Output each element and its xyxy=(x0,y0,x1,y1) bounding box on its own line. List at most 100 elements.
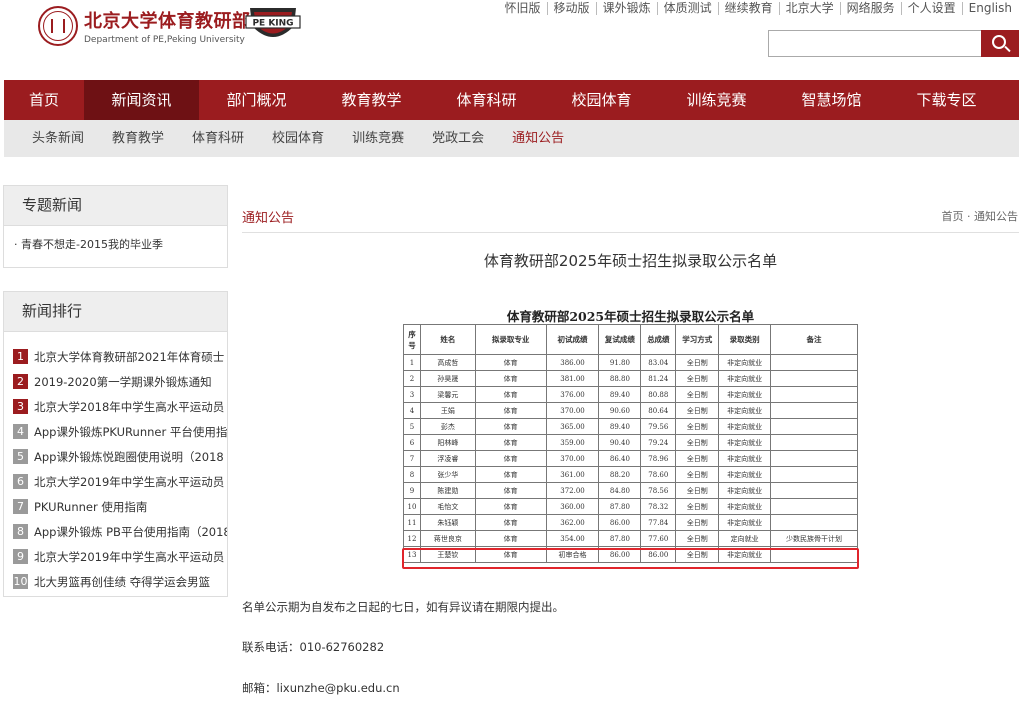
rank-number-badge: 1 xyxy=(13,349,28,364)
table-cell: 体育 xyxy=(474,434,547,451)
ranking-item[interactable]: 5 App课外锻炼悦跑圈使用说明（2018 xyxy=(13,444,227,469)
nav-item[interactable]: 校园体育 xyxy=(544,80,659,120)
ranking-item[interactable]: 4 App课外锻炼PKURunner 平台使用指 xyxy=(13,419,227,444)
table-cell: 体育 xyxy=(474,402,547,419)
table-cell: 11 xyxy=(403,514,421,531)
top-link[interactable]: 个人设置 xyxy=(900,2,962,15)
subnav-item[interactable]: 训练竞赛 xyxy=(352,120,404,157)
table-cell: 体育 xyxy=(474,482,547,499)
table-cell: 全日制 xyxy=(675,418,720,435)
site-logo[interactable]: 北京大学体育教研部 Department of PE,Peking Univer… xyxy=(38,6,251,46)
table-cell: 78.60 xyxy=(640,466,677,483)
table-cell: 8 xyxy=(403,466,421,483)
table-cell: 全日制 xyxy=(675,450,720,467)
table-cell: 89.40 xyxy=(598,386,642,403)
ranking-item[interactable]: 9 北京大学2019年中学生高水平运动员 xyxy=(13,544,227,569)
ranking-item-text: 北京大学体育教研部2021年体育硕士 xyxy=(34,349,225,364)
ranking-item[interactable]: 10 北大男篮再创佳绩 夺得学运会男篮 xyxy=(13,569,227,594)
table-cell: 梁馨元 xyxy=(419,386,476,403)
subnav-item[interactable]: 校园体育 xyxy=(272,120,324,157)
table-cell: 83.04 xyxy=(640,354,677,371)
table-cell: 非定向就业 xyxy=(718,482,772,499)
notice-text: 名单公示期为自发布之日起的七日，如有异议请在期限内提出。 xyxy=(242,600,564,614)
nav-item[interactable]: 体育科研 xyxy=(429,80,544,120)
nav-item[interactable]: 首页 xyxy=(4,80,84,120)
breadcrumb[interactable]: 首页 · 通知公告 xyxy=(942,208,1019,224)
table-cell: 体育 xyxy=(474,450,547,467)
top-link[interactable]: 继续教育 xyxy=(717,2,779,15)
table-header-cell: 备注 xyxy=(770,324,858,355)
top-link-english[interactable]: English xyxy=(961,2,1018,15)
top-link[interactable]: 体质测试 xyxy=(656,2,718,15)
table-cell: 86.40 xyxy=(598,450,642,467)
table-cell: 81.24 xyxy=(640,370,677,387)
ranking-item[interactable]: 7 PKURunner 使用指南 xyxy=(13,494,227,519)
pe-king-badge-icon: PE KING xyxy=(245,8,301,37)
table-cell: 1 xyxy=(403,354,421,371)
search-icon xyxy=(991,35,1006,49)
ranking-item[interactable]: 8 App课外锻炼 PB平台使用指南（2018 xyxy=(13,519,227,544)
nav-item[interactable]: 智慧场馆 xyxy=(774,80,889,120)
table-header-row: 序号 姓名 拟录取专业 初试成绩 复试成绩 总成绩 学习方式 录取类别 备注 xyxy=(403,324,858,355)
table-cell: 78.32 xyxy=(640,498,677,515)
rank-number-badge: 9 xyxy=(13,549,28,564)
top-link[interactable]: 移动版 xyxy=(546,2,596,15)
ranking-item-text: 北京大学2019年中学生高水平运动员 xyxy=(34,474,225,489)
ranking-item[interactable]: 2 2019-2020第一学期课外锻炼通知 xyxy=(13,369,227,394)
ranking-item[interactable]: 1 北京大学体育教研部2021年体育硕士 xyxy=(13,344,227,369)
table-cell: 全日制 xyxy=(675,466,720,483)
main-nav: 首页 新闻资讯 部门概况 教育教学 体育科研 校园体育 训练竞赛 智慧场馆 下载… xyxy=(4,80,1019,120)
search-bar xyxy=(768,30,1019,57)
table-cell: 80.64 xyxy=(640,402,677,419)
subnav-item[interactable]: 体育科研 xyxy=(192,120,244,157)
table-row: 4 王娟 体育 370.00 90.60 80.64 全日制 非定向就业 xyxy=(403,402,858,419)
subnav-item-active[interactable]: 通知公告 xyxy=(512,120,564,157)
table-cell xyxy=(770,466,858,483)
table-row: 9 陈建勋 体育 372.00 84.80 78.56 全日制 非定向就业 xyxy=(403,482,858,499)
table-cell: 360.00 xyxy=(545,498,600,515)
nav-item[interactable]: 下载专区 xyxy=(889,80,1004,120)
topics-title: 专题新闻 xyxy=(4,186,227,226)
top-link[interactable]: 网络服务 xyxy=(839,2,901,15)
table-cell: 非定向就业 xyxy=(718,386,772,403)
table-cell: 少数民族骨干计划 xyxy=(770,530,858,547)
table-cell: 全日制 xyxy=(675,482,720,499)
ranking-item[interactable]: 6 北京大学2019年中学生高水平运动员 xyxy=(13,469,227,494)
nav-item[interactable]: 部门概况 xyxy=(199,80,314,120)
subnav-item[interactable]: 头条新闻 xyxy=(32,120,84,157)
site-header: 北京大学体育教研部 Department of PE,Peking Univer… xyxy=(0,0,1024,80)
nav-item[interactable]: 教育教学 xyxy=(314,80,429,120)
ranking-item[interactable]: 3 北京大学2018年中学生高水平运动员 xyxy=(13,394,227,419)
table-cell: 386.00 xyxy=(545,354,600,371)
top-link[interactable]: 课外锻炼 xyxy=(595,2,657,15)
table-cell: 372.00 xyxy=(545,482,600,499)
table-cell: 非定向就业 xyxy=(718,370,772,387)
table-row: 5 彭杰 体育 365.00 89.40 79.56 全日制 非定向就业 xyxy=(403,418,858,435)
table-cell: 体育 xyxy=(474,514,547,531)
nav-item-active[interactable]: 新闻资讯 xyxy=(84,80,199,120)
table-cell: 定向就业 xyxy=(718,530,772,547)
subnav-item[interactable]: 党政工会 xyxy=(432,120,484,157)
table-header-cell: 拟录取专业 xyxy=(474,324,547,355)
logo-title: 北京大学体育教研部 xyxy=(84,11,251,32)
table-cell: 80.88 xyxy=(640,386,677,403)
table-cell: 5 xyxy=(403,418,421,435)
subnav-item[interactable]: 教育教学 xyxy=(112,120,164,157)
nav-item[interactable]: 训练竞赛 xyxy=(659,80,774,120)
top-link[interactable]: 北京大学 xyxy=(778,2,840,15)
top-links: 怀旧版 移动版 课外锻炼 体质测试 继续教育 北京大学 网络服务 个人设置 En… xyxy=(499,2,1018,15)
table-cell: 7 xyxy=(403,450,421,467)
table-cell xyxy=(770,482,858,499)
table-cell: 376.00 xyxy=(545,386,600,403)
topics-box: 专题新闻 · 青春不想走-2015我的毕业季 xyxy=(3,185,228,268)
topic-link[interactable]: · 青春不想走-2015我的毕业季 xyxy=(4,226,227,252)
table-row: 11 朱钰颖 体育 362.00 86.00 77.84 全日制 非定向就业 xyxy=(403,514,858,531)
table-cell: 90.60 xyxy=(598,402,642,419)
search-button[interactable] xyxy=(981,30,1019,57)
ranking-item-text: 北京大学2019年中学生高水平运动员 xyxy=(34,549,225,564)
search-input[interactable] xyxy=(768,30,981,57)
article-title: 体育教研部2025年硕士招生拟录取公示名单 xyxy=(483,252,778,270)
highlight-box xyxy=(402,548,859,569)
top-link[interactable]: 怀旧版 xyxy=(499,2,547,15)
admission-table: 序号 姓名 拟录取专业 初试成绩 复试成绩 总成绩 学习方式 录取类别 备注 1 高成哲 体育 386… xyxy=(403,324,858,563)
